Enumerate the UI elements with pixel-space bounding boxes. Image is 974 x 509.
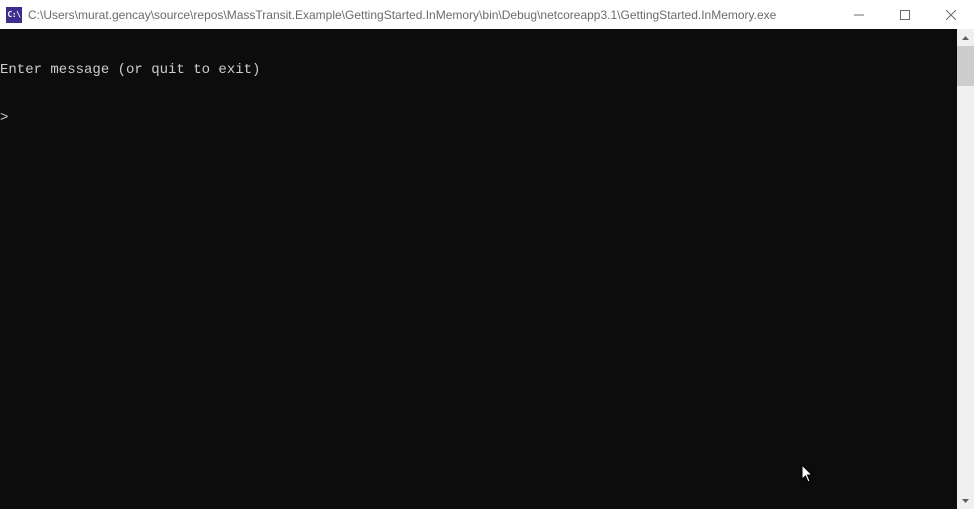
close-icon xyxy=(946,10,956,20)
console-output[interactable]: Enter message (or quit to exit) > xyxy=(0,29,957,509)
console-window: C:\ C:\Users\murat.gencay\source\repos\M… xyxy=(0,0,974,509)
window-title: C:\Users\murat.gencay\source\repos\MassT… xyxy=(28,8,836,22)
scroll-up-button[interactable] xyxy=(957,29,974,46)
console-area: Enter message (or quit to exit) > xyxy=(0,29,974,509)
chevron-up-icon xyxy=(962,36,969,40)
minimize-button[interactable] xyxy=(836,0,882,29)
maximize-icon xyxy=(900,10,910,20)
minimize-icon xyxy=(854,10,864,20)
maximize-button[interactable] xyxy=(882,0,928,29)
scroll-down-button[interactable] xyxy=(957,492,974,509)
close-button[interactable] xyxy=(928,0,974,29)
vertical-scrollbar[interactable] xyxy=(957,29,974,509)
scroll-track[interactable] xyxy=(957,46,974,492)
titlebar[interactable]: C:\ C:\Users\murat.gencay\source\repos\M… xyxy=(0,0,974,29)
window-controls xyxy=(836,0,974,29)
chevron-down-icon xyxy=(962,499,969,503)
icon-text: C:\ xyxy=(8,10,21,19)
console-line: Enter message (or quit to exit) xyxy=(0,62,957,78)
scroll-thumb[interactable] xyxy=(957,46,974,86)
console-prompt: > xyxy=(0,110,957,126)
console-app-icon: C:\ xyxy=(6,7,22,23)
